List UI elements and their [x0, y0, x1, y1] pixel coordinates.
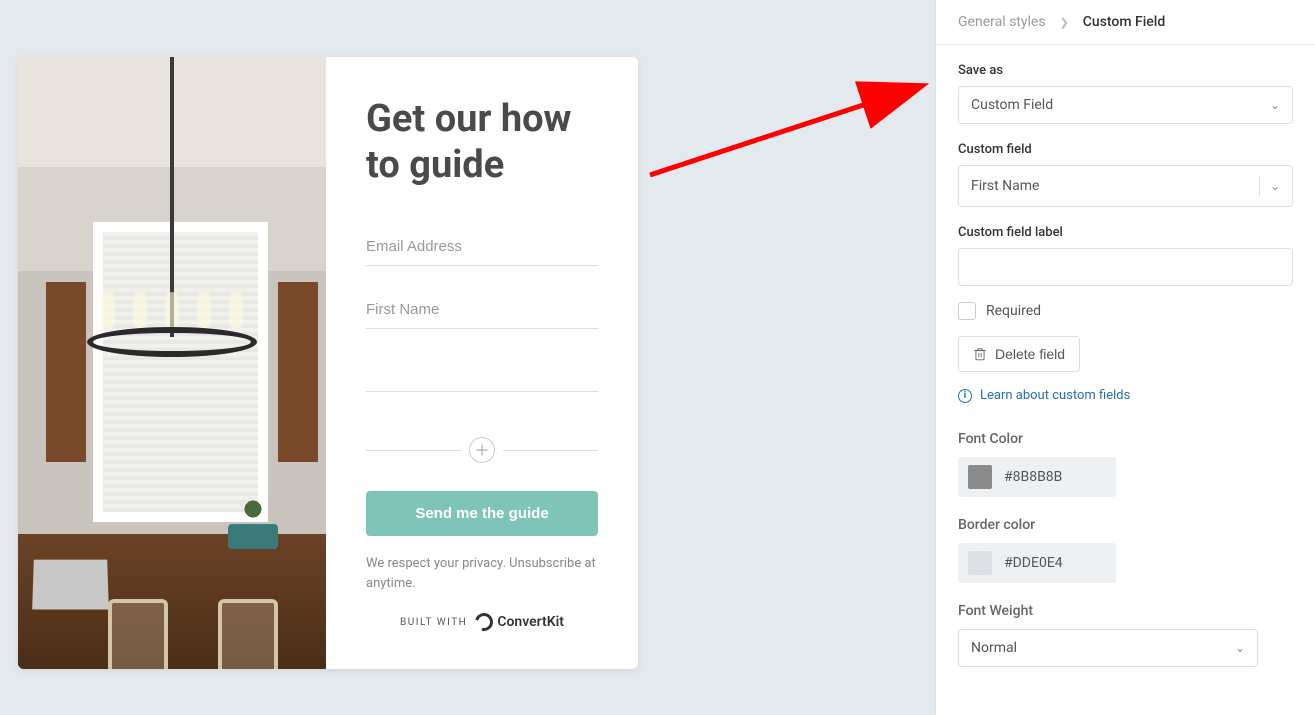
add-field-button[interactable]	[469, 437, 495, 463]
custom-field-value: First Name	[971, 178, 1039, 194]
form-title[interactable]: Get our how to guide	[366, 97, 598, 188]
breadcrumb-current: Custom Field	[1083, 14, 1166, 30]
font-weight-label: Font Weight	[958, 603, 1293, 619]
breadcrumb: General styles ❯ Custom Field	[936, 0, 1315, 45]
custom-field-label-input[interactable]	[958, 248, 1293, 286]
info-icon: i	[958, 389, 972, 403]
custom-field-label: Custom field	[958, 142, 1293, 157]
border-color-label: Border color	[958, 517, 1293, 533]
form-preview-card: Get our how to guide Send me the guide W…	[18, 57, 638, 669]
save-as-select[interactable]: Custom Field ⌄	[958, 86, 1293, 124]
chevron-down-icon: ⌄	[1270, 179, 1280, 193]
chevron-down-icon: ⌄	[1270, 98, 1280, 112]
empty-field[interactable]	[366, 354, 598, 392]
save-as-label: Save as	[958, 63, 1293, 78]
learn-link-text: Learn about custom fields	[980, 388, 1130, 403]
built-with-badge[interactable]: BUILT WITH ConvertKit	[366, 613, 598, 631]
font-color-value: #8B8B8B	[1004, 469, 1062, 485]
breadcrumb-parent[interactable]: General styles	[958, 14, 1046, 30]
border-color-picker[interactable]: #DDE0E4	[958, 543, 1116, 583]
required-label: Required	[986, 303, 1041, 319]
trash-icon	[973, 347, 987, 361]
delete-field-button[interactable]: Delete field	[958, 336, 1080, 372]
font-weight-select[interactable]: Normal ⌄	[958, 629, 1258, 667]
convertkit-logo-icon	[472, 610, 497, 635]
submit-button[interactable]: Send me the guide	[366, 491, 598, 536]
form-hero-image	[18, 57, 326, 669]
chevron-down-icon: ⌄	[1235, 641, 1245, 655]
built-with-prefix: BUILT WITH	[400, 617, 467, 628]
learn-link[interactable]: i Learn about custom fields	[958, 388, 1293, 403]
convertkit-brand: ConvertKit	[497, 614, 564, 630]
border-color-swatch	[968, 551, 992, 575]
delete-field-label: Delete field	[995, 346, 1065, 362]
chevron-right-icon: ❯	[1060, 16, 1069, 29]
font-color-swatch	[968, 465, 992, 489]
add-field-row	[366, 437, 598, 463]
settings-sidebar: General styles ❯ Custom Field Save as Cu…	[935, 0, 1315, 715]
font-color-picker[interactable]: #8B8B8B	[958, 457, 1116, 497]
required-row: Required	[958, 302, 1293, 320]
custom-field-label-label: Custom field label	[958, 225, 1293, 240]
privacy-text[interactable]: We respect your privacy. Unsubscribe at …	[366, 554, 598, 593]
custom-field-select[interactable]: First Name ⌄	[958, 165, 1293, 207]
border-color-value: #DDE0E4	[1004, 555, 1063, 571]
font-weight-value: Normal	[971, 640, 1017, 656]
save-as-value: Custom Field	[971, 97, 1053, 113]
email-field[interactable]	[366, 228, 598, 266]
font-color-label: Font Color	[958, 431, 1293, 447]
annotation-arrow	[640, 70, 960, 190]
required-checkbox[interactable]	[958, 302, 976, 320]
form-content-area: Get our how to guide Send me the guide W…	[326, 57, 638, 669]
firstname-field[interactable]	[366, 291, 598, 329]
plus-icon	[476, 444, 488, 456]
editor-canvas: Get our how to guide Send me the guide W…	[0, 0, 915, 715]
